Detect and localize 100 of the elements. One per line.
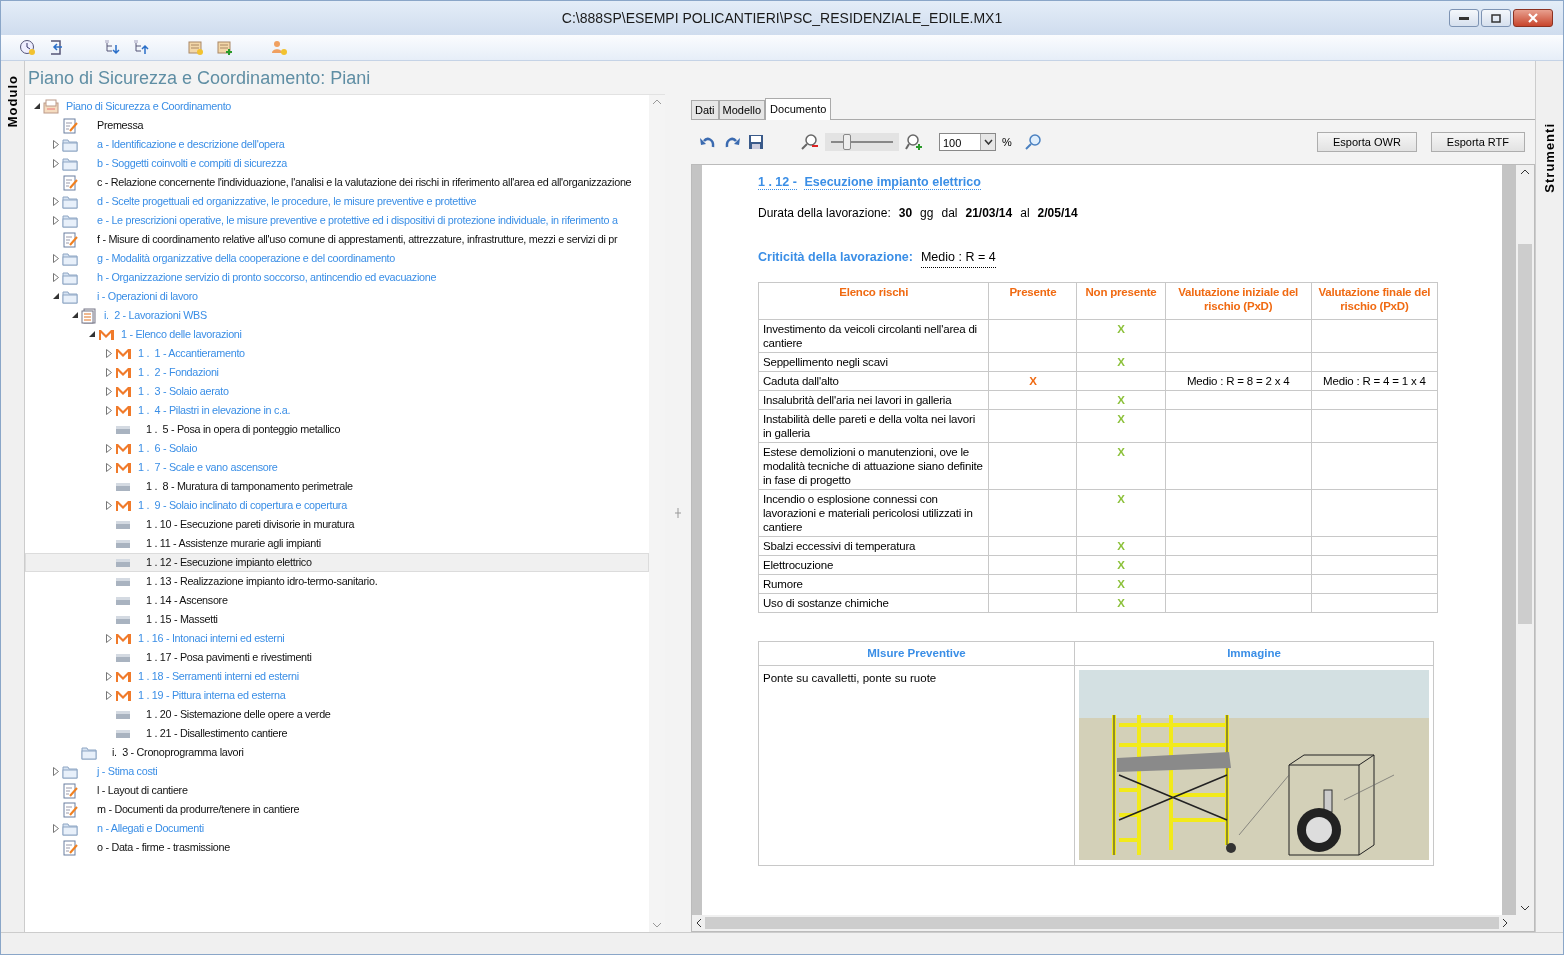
tree-item[interactable]: i. 2 - Lavorazioni WBS: [25, 306, 649, 325]
tree-item[interactable]: 1 . 21 - Disallestimento cantiere: [25, 724, 649, 743]
edit-document-icon: [62, 782, 79, 799]
side-tab[interactable]: Modulo: [2, 75, 23, 128]
exit-icon[interactable]: [48, 39, 65, 56]
cross-mark: X: [1117, 412, 1125, 425]
minimize-button[interactable]: [1449, 9, 1479, 27]
collapsed-arrow-icon[interactable]: [106, 691, 112, 700]
tree-item[interactable]: l - Layout di cantiere: [25, 781, 649, 800]
tree-item[interactable]: c - Relazione concernente l'individuazione, l'analisi e la valutazione dei rischi in riferimento all'area ed all'organizzazione: [25, 173, 649, 192]
tree-item[interactable]: Piano di Sicurezza e Coordinamento: [25, 97, 649, 116]
tree-item[interactable]: 1 . 12 - Esecuzione impianto elettrico: [25, 553, 649, 572]
zoom-in-icon[interactable]: [905, 133, 923, 151]
tree-item[interactable]: 1 . 9 - Solaio inclinato di copertura e copertura: [25, 496, 649, 515]
collapsed-arrow-icon[interactable]: [53, 273, 59, 282]
collapsed-arrow-icon[interactable]: [106, 368, 112, 377]
tree-item[interactable]: 1 . 19 - Pittura interna ed esterna: [25, 686, 649, 705]
tree-item[interactable]: 1 . 16 - Intonaci interni ed esterni: [25, 629, 649, 648]
collapsed-arrow-icon[interactable]: [53, 140, 59, 149]
collapsed-arrow-icon[interactable]: [53, 824, 59, 833]
scroll-up-icon[interactable]: [1521, 169, 1529, 174]
cross-mark: X: [1117, 393, 1125, 406]
tree-item[interactable]: 1 . 2 - Fondazioni: [25, 363, 649, 382]
export-button[interactable]: Esporta RTF: [1430, 131, 1525, 153]
side-tab[interactable]: Strumenti: [1539, 123, 1560, 193]
collapsed-arrow-icon[interactable]: [53, 254, 59, 263]
tab[interactable]: Modello: [718, 100, 766, 119]
tree-item[interactable]: e - Le prescrizioni operative, le misure preventive e protettive ed i dispositivi di protezione individuale, in riferimento a: [25, 211, 649, 230]
maximize-button[interactable]: [1481, 9, 1511, 27]
tree-item[interactable]: 1 . 18 - Serramenti interni ed esterni: [25, 667, 649, 686]
tree-item[interactable]: b - Soggetti coinvolti e compiti di sicurezza: [25, 154, 649, 173]
minimize-icon[interactable]: [1459, 16, 1469, 20]
tree-item[interactable]: 1 . 11 - Assistenze murarie agli impianti: [25, 534, 649, 553]
document-add-icon[interactable]: [216, 39, 233, 56]
tree-item[interactable]: f - Misure di coordinamento relative all'uso comune di apprestamenti, attrezzature, infrastrutture, mezzi e servizi di pr: [25, 230, 649, 249]
tree-item[interactable]: 1 . 1 - Accantieramento: [25, 344, 649, 363]
tree-item[interactable]: 1 . 4 - Pilastri in elevazione in c.a.: [25, 401, 649, 420]
column-header: Valutazione finale del rischio (PxD): [1311, 282, 1438, 319]
collapsed-arrow-icon[interactable]: [106, 501, 112, 510]
collapsed-arrow-icon[interactable]: [53, 767, 59, 776]
close-button[interactable]: [1513, 9, 1553, 27]
tree-item[interactable]: Premessa: [25, 116, 649, 135]
tree-item[interactable]: 1 . 5 - Posa in opera di ponteggio metallico: [25, 420, 649, 439]
duration-value: 30: [898, 204, 913, 222]
export-button[interactable]: Esporta OWR: [1317, 131, 1417, 153]
tree-item[interactable]: 1 . 8 - Muratura di tamponamento perimetrale: [25, 477, 649, 496]
scroll-right-icon[interactable]: [1503, 919, 1508, 927]
tree-item[interactable]: 1 . 17 - Posa pavimenti e rivestimenti: [25, 648, 649, 667]
save-icon[interactable]: [747, 133, 765, 151]
tab[interactable]: Documento: [765, 98, 832, 120]
scroll-left-icon[interactable]: [696, 919, 701, 927]
heading-number: 1 . 12 -: [758, 175, 797, 190]
cross-mark: X: [1117, 355, 1125, 368]
column-header: Presente: [988, 282, 1077, 319]
expanded-arrow-icon[interactable]: [52, 293, 60, 300]
tree-item[interactable]: 1 . 6 - Solaio: [25, 439, 649, 458]
zoom-dropdown[interactable]: 100: [939, 133, 996, 151]
tree-item[interactable]: g - Modalità organizzative della cooperazione e del coordinamento: [25, 249, 649, 268]
tree-item[interactable]: o - Data - firme - trasmissione: [25, 838, 649, 857]
collapsed-arrow-icon[interactable]: [106, 387, 112, 396]
tree-item[interactable]: 1 . 15 - Massetti: [25, 610, 649, 629]
expanded-arrow-icon[interactable]: [33, 103, 41, 110]
tree-down-icon[interactable]: [103, 39, 120, 56]
maximize-icon[interactable]: [1491, 13, 1501, 23]
tree-item[interactable]: 1 - Elenco delle lavorazioni: [25, 325, 649, 344]
tree-item[interactable]: 1 . 20 - Sistemazione delle opere a verde: [25, 705, 649, 724]
tree-item[interactable]: 1 . 10 - Esecuzione pareti divisorie in muratura: [25, 515, 649, 534]
collapsed-arrow-icon[interactable]: [106, 349, 112, 358]
tree-item[interactable]: 1 . 3 - Solaio aerato: [25, 382, 649, 401]
tree-item[interactable]: m - Documenti da produrre/tenere in cantiere: [25, 800, 649, 819]
collapsed-arrow-icon[interactable]: [53, 197, 59, 206]
tree-item[interactable]: 1 . 13 - Realizzazione impianto idro-termo-sanitario.: [25, 572, 649, 591]
tree-item[interactable]: 1 . 14 - Ascensore: [25, 591, 649, 610]
collapsed-arrow-icon[interactable]: [106, 634, 112, 643]
duration-label: Durata della lavorazione:: [758, 204, 891, 222]
tree-item[interactable]: d - Scelte progettuali ed organizzative, le procedure, le misure preventive e protettive: [25, 192, 649, 211]
tree-item[interactable]: i - Operazioni di lavoro: [25, 287, 649, 306]
tree-item[interactable]: a - Identificazione e descrizione dell'opera: [25, 135, 649, 154]
zoom-out-icon[interactable]: [801, 133, 819, 151]
expanded-arrow-icon[interactable]: [71, 312, 79, 319]
tab[interactable]: Dati: [691, 100, 719, 119]
scroll-down-icon[interactable]: [1521, 906, 1529, 911]
tree-up-icon[interactable]: [132, 39, 149, 56]
expanded-arrow-icon[interactable]: [88, 331, 96, 338]
collapsed-arrow-icon[interactable]: [106, 444, 112, 453]
tree-item[interactable]: h - Organizzazione servizio di pronto soccorso, antincendio ed evacuazione: [25, 268, 649, 287]
zoom-slider[interactable]: [825, 133, 899, 151]
tree-item[interactable]: j - Stima costi: [25, 762, 649, 781]
collapsed-arrow-icon[interactable]: [106, 406, 112, 415]
search-icon[interactable]: [1023, 133, 1042, 151]
collapsed-arrow-icon[interactable]: [53, 216, 59, 225]
close-icon[interactable]: [1528, 13, 1538, 23]
tree-item[interactable]: 1 . 7 - Scale e vano ascensore: [25, 458, 649, 477]
caret-icon: [983, 139, 993, 145]
collapsed-arrow-icon[interactable]: [106, 463, 112, 472]
tree-item[interactable]: n - Allegati e Documenti: [25, 819, 649, 838]
tree-item[interactable]: i. 3 - Cronoprogramma lavori: [25, 743, 649, 762]
collapsed-arrow-icon[interactable]: [106, 672, 112, 681]
collapsed-arrow-icon[interactable]: [53, 159, 59, 168]
clock-icon[interactable]: [19, 39, 36, 56]
